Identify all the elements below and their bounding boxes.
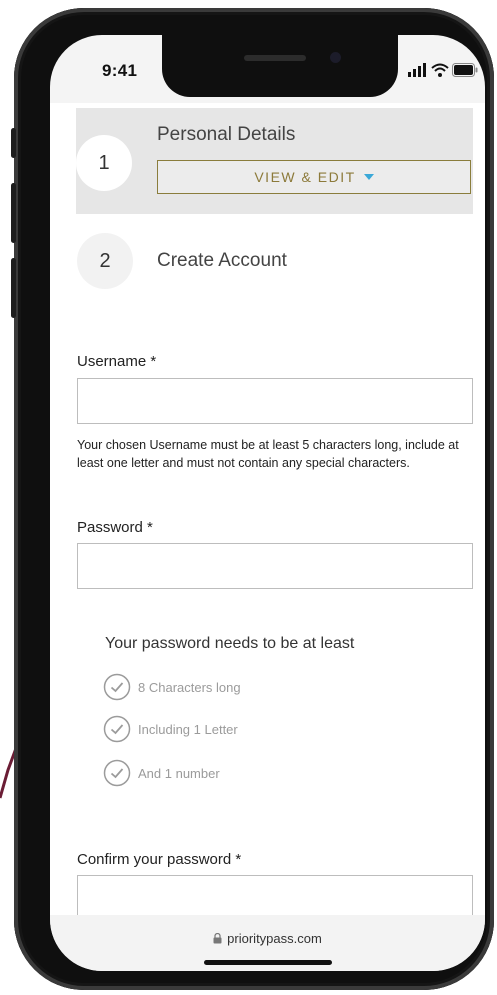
requirement-text: 8 Characters long — [138, 679, 241, 695]
password-input[interactable] — [77, 543, 473, 589]
username-help-text: Your chosen Username must be at least 5 … — [77, 438, 459, 470]
requirement-8-characters: 8 Characters long — [103, 673, 241, 701]
requirement-1-letter: Including 1 Letter — [103, 715, 238, 743]
check-circle-icon — [103, 715, 131, 743]
speaker — [244, 55, 306, 61]
view-edit-label: VIEW & EDIT — [254, 169, 356, 185]
phone-frame: 9:41 1 Personal Details VIEW & EDIT 2 Cr… — [11, 8, 494, 990]
username-input[interactable] — [77, 378, 473, 424]
wifi-icon — [431, 63, 449, 77]
url-text: prioritypass.com — [227, 931, 322, 946]
step-number-2: 2 — [77, 233, 133, 289]
signal-icon — [408, 63, 426, 77]
requirement-text: Including 1 Letter — [138, 721, 238, 737]
confirm-password-label: Confirm your password * — [77, 851, 242, 868]
confirm-password-input[interactable] — [77, 875, 473, 915]
username-label: Username * — [77, 353, 157, 370]
battery-icon — [452, 63, 478, 77]
view-edit-button[interactable]: VIEW & EDIT — [157, 160, 471, 194]
lock-icon — [213, 932, 222, 944]
step-personal-details: 1 Personal Details VIEW & EDIT — [76, 108, 473, 214]
password-label: Password * — [77, 519, 153, 536]
volume-up-button — [11, 183, 16, 243]
notch — [162, 35, 398, 97]
step-title-personal-details: Personal Details — [157, 124, 296, 145]
home-indicator[interactable] — [204, 960, 332, 965]
volume-down-button — [11, 258, 16, 318]
front-camera — [330, 52, 341, 63]
phone-screen: 9:41 1 Personal Details VIEW & EDIT 2 Cr… — [50, 35, 485, 971]
status-time: 9:41 — [102, 61, 138, 80]
step-title-create-account: Create Account — [157, 250, 287, 271]
requirement-1-number: And 1 number — [103, 759, 220, 787]
status-icons — [408, 61, 478, 81]
password-requirements-heading: Your password needs to be at least — [105, 635, 355, 652]
check-circle-icon — [103, 759, 131, 787]
chevron-down-icon — [363, 174, 374, 180]
browser-url-bar[interactable]: prioritypass.com — [50, 915, 485, 971]
mute-switch — [11, 128, 16, 158]
step-number-1: 1 — [76, 135, 132, 191]
url-display: prioritypass.com — [50, 931, 485, 946]
requirement-text: And 1 number — [138, 765, 220, 781]
page-content: 1 Personal Details VIEW & EDIT 2 Create … — [50, 103, 485, 915]
check-circle-icon — [103, 673, 131, 701]
